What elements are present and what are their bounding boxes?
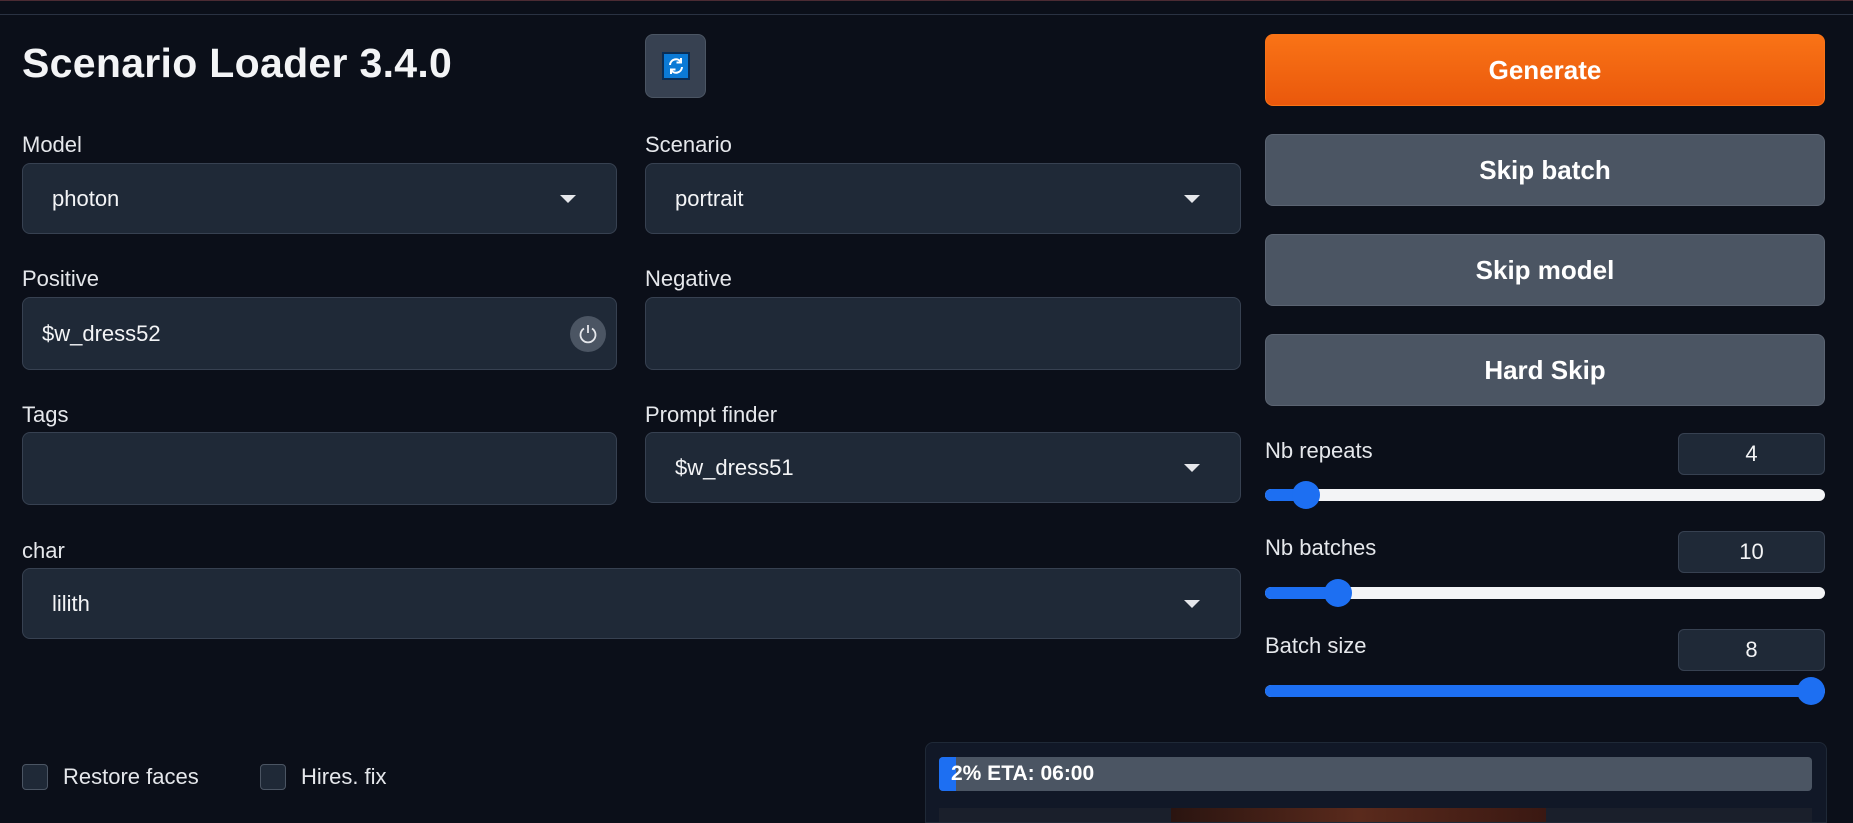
nb-repeats-input[interactable]: 4	[1678, 433, 1825, 475]
progress-bar: 2% ETA: 06:00	[939, 757, 1812, 791]
batch-size-slider-fill	[1265, 685, 1811, 697]
power-icon	[579, 324, 597, 343]
chevron-down-icon	[1184, 463, 1200, 472]
generate-button[interactable]: Generate	[1265, 34, 1825, 106]
nb-repeats-slider[interactable]	[1265, 481, 1825, 509]
refresh-icon	[661, 52, 690, 80]
batch-size-slider[interactable]	[1265, 677, 1825, 705]
nb-repeats-label: Nb repeats	[1265, 438, 1373, 463]
positive-input[interactable]: $w_dress52	[22, 297, 617, 370]
negative-label: Negative	[645, 266, 732, 291]
tags-input[interactable]	[22, 432, 617, 505]
nb-batches-slider-thumb[interactable]	[1324, 579, 1353, 607]
model-dropdown[interactable]: photon	[22, 163, 617, 234]
chevron-down-icon	[560, 194, 576, 203]
hires-fix-option[interactable]: Hires. fix	[260, 764, 387, 790]
nb-batches-input[interactable]: 10	[1678, 531, 1825, 573]
refresh-button[interactable]	[645, 34, 706, 98]
scenario-value: portrait	[675, 185, 744, 211]
preview-image[interactable]	[1171, 808, 1546, 822]
hires-fix-checkbox[interactable]	[260, 764, 286, 790]
top-accent-line	[0, 0, 1853, 1]
prompt-finder-label: Prompt finder	[645, 402, 778, 427]
nb-batches-slider[interactable]	[1265, 579, 1825, 607]
char-dropdown[interactable]: lilith	[22, 568, 1241, 639]
negative-input[interactable]	[645, 297, 1241, 370]
char-label: char	[22, 538, 65, 563]
nb-repeats-slider-thumb[interactable]	[1291, 481, 1320, 509]
chevron-down-icon	[1184, 599, 1200, 608]
nb-batches-label: Nb batches	[1265, 535, 1377, 560]
batch-size-slider-thumb[interactable]	[1797, 677, 1825, 705]
restore-faces-option[interactable]: Restore faces	[22, 764, 199, 790]
hires-fix-label: Hires. fix	[301, 764, 387, 789]
positive-label: Positive	[22, 266, 100, 291]
hard-skip-button[interactable]: Hard Skip	[1265, 334, 1825, 406]
model-label: Model	[22, 132, 82, 157]
restore-faces-label: Restore faces	[63, 764, 199, 789]
tags-label: Tags	[22, 402, 69, 427]
scenario-label: Scenario	[645, 132, 732, 157]
positive-value: $w_dress52	[42, 320, 161, 346]
skip-batch-button[interactable]: Skip batch	[1265, 134, 1825, 206]
scenario-dropdown[interactable]: portrait	[645, 163, 1241, 234]
char-value: lilith	[52, 590, 90, 616]
model-value: photon	[52, 185, 120, 211]
progress-text: 2% ETA: 06:00	[951, 762, 1095, 785]
prompt-finder-value: $w_dress51	[675, 454, 794, 480]
output-panel: 2% ETA: 06:00	[925, 742, 1827, 823]
restore-faces-checkbox[interactable]	[22, 764, 48, 790]
prompt-finder-dropdown[interactable]: $w_dress51	[645, 432, 1241, 503]
chevron-down-icon	[1184, 194, 1200, 203]
batch-size-label: Batch size	[1265, 633, 1367, 658]
app-title: Scenario Loader 3.4.0	[22, 40, 453, 86]
batch-size-input[interactable]: 8	[1678, 629, 1825, 671]
top-border	[0, 0, 1853, 15]
power-button[interactable]	[570, 315, 606, 352]
skip-model-button[interactable]: Skip model	[1265, 234, 1825, 306]
